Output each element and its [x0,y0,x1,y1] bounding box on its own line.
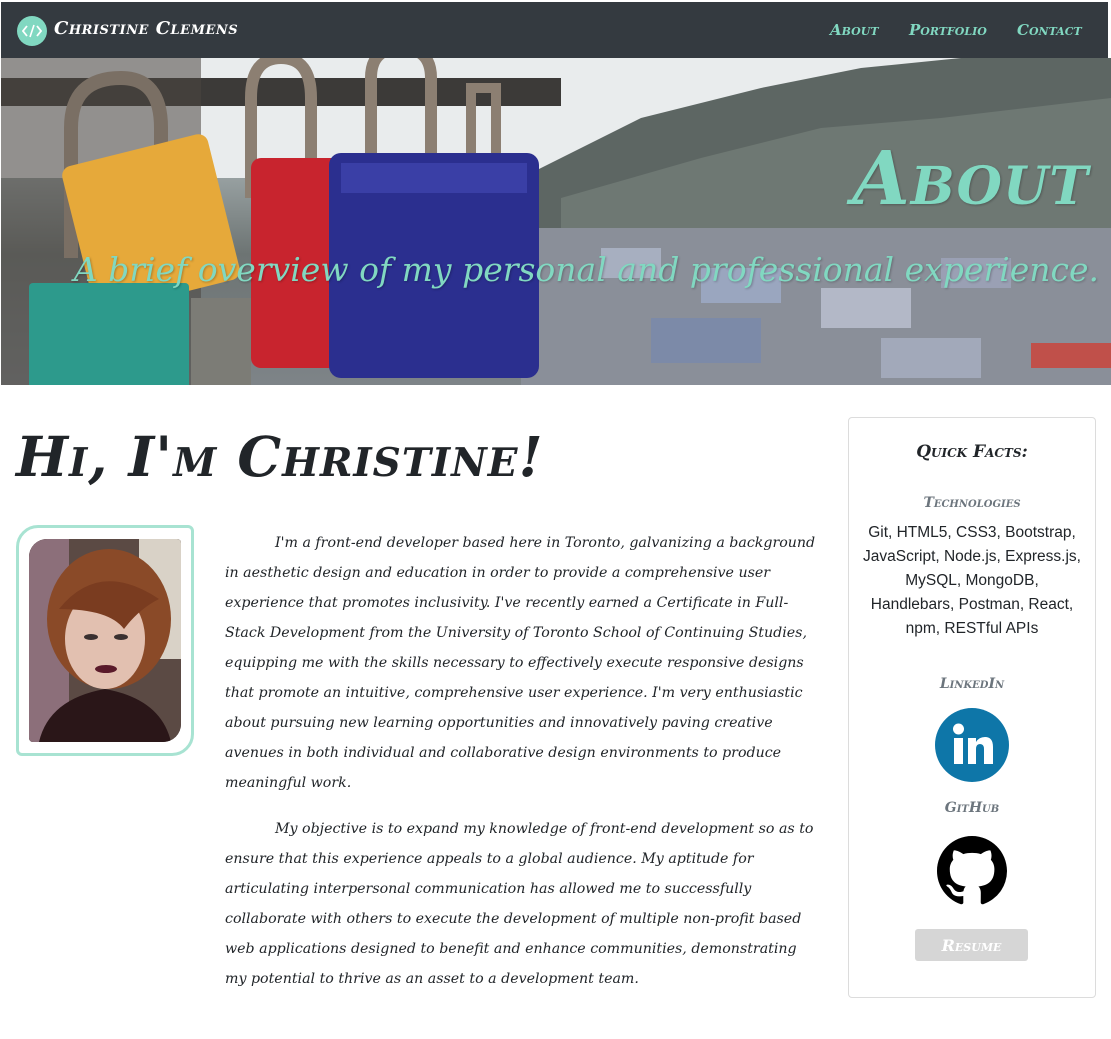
hero-banner: About A brief overview of my personal an… [1,58,1111,385]
linkedin-heading: LinkedIn [939,676,1005,692]
resume-button[interactable]: Resume [915,929,1028,961]
bio-paragraph: I'm a front-end developer based here in … [225,535,816,791]
technologies-list: Git, HTML5, CSS3, Bootstrap, JavaScript,… [863,524,1081,637]
brand-name[interactable]: Christine Clemens [54,18,238,39]
github-heading: GitHub [944,800,1000,816]
nav-link-about[interactable]: About [830,21,879,39]
linkedin-icon[interactable] [935,708,1009,782]
profile-photo [29,539,181,742]
portrait-frame [16,525,194,756]
code-icon[interactable] [17,16,47,46]
navbar: Christine Clemens About Portfolio Contac… [1,2,1108,58]
greeting-heading: Hi, I'm Christine! [16,424,544,489]
bio-text: I'm a front-end developer based here in … [225,528,819,1010]
nav-link-portfolio[interactable]: Portfolio [909,21,987,39]
hero-title: About [852,136,1089,222]
github-icon[interactable] [937,836,1007,906]
nav-link-contact[interactable]: Contact [1017,21,1082,39]
quick-facts-card: Quick Facts: Technologies Git, HTML5, CS… [848,417,1096,998]
bio-paragraph: My objective is to expand my knowledge o… [225,821,814,987]
quick-facts-title: Quick Facts: [916,442,1028,462]
hero-subtitle: A brief overview of my personal and prof… [73,250,1099,289]
technologies-heading: Technologies [923,495,1021,511]
